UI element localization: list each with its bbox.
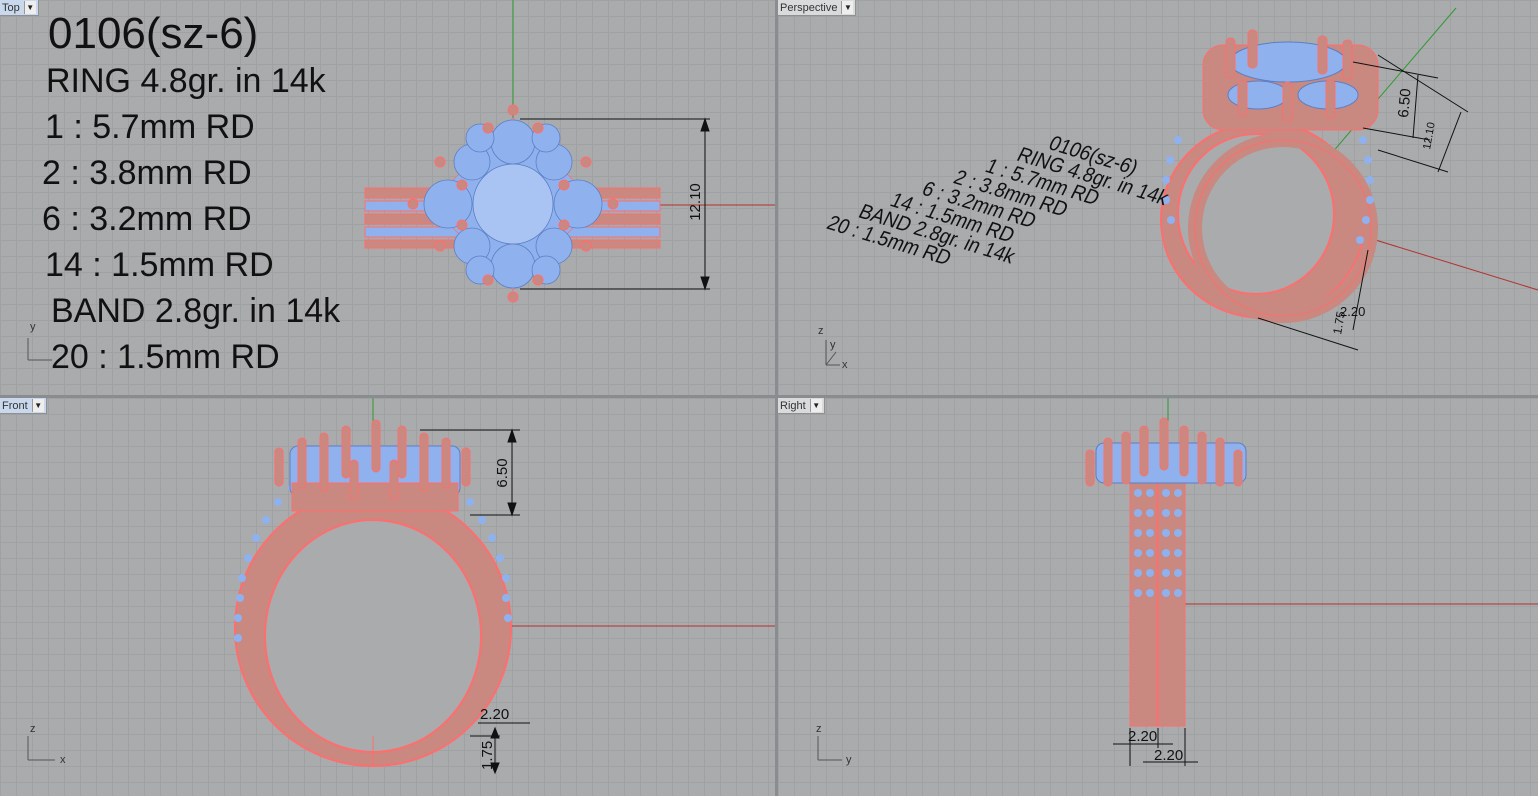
annotation-line: 1 : 5.7mm RD	[45, 108, 255, 146]
right-view-canvas: 2.20 2.20 z y	[816, 398, 1538, 766]
viewport-label: Right	[780, 399, 806, 412]
axis-label-z: z	[818, 325, 824, 337]
dimension-label: 2.20	[480, 706, 509, 723]
axis-indicator	[27, 736, 55, 761]
dimension-label: 2.20	[1154, 747, 1183, 764]
viewport-tab-perspective[interactable]: Perspective ▼	[778, 0, 857, 16]
axis-label-y: y	[30, 321, 36, 333]
halo-head	[1202, 29, 1379, 131]
axis-label-x: x	[842, 359, 848, 371]
axis-label-x: x	[60, 754, 66, 766]
dimension-label: 12.10	[687, 183, 704, 221]
annotation-line: BAND 2.8gr. in 14k	[51, 292, 341, 330]
annotation-line: 14 : 1.5mm RD	[45, 246, 274, 284]
axis-label-z: z	[30, 723, 36, 735]
annotation-line: 0106(sz-6)	[48, 9, 259, 58]
annotation-line: RING 4.8gr. in 14k	[46, 62, 326, 100]
ring-model	[1160, 121, 1378, 323]
axis-label-y: y	[846, 754, 852, 766]
dimension-label: 6.50	[494, 458, 511, 487]
annotation-line: 2 : 3.8mm RD	[42, 154, 252, 192]
front-view-canvas: 6.50 2.20 1.75 z x	[27, 398, 775, 775]
viewport-label: Top	[2, 1, 20, 14]
chevron-down-icon[interactable]: ▼	[809, 399, 822, 412]
dimension-label: 2.20	[1128, 728, 1157, 745]
axis-label-y: y	[830, 339, 836, 351]
ring-shank	[234, 489, 512, 767]
annotation-line: 20 : 1.5mm RD	[51, 338, 280, 376]
viewport-right[interactable]: Right ▼ 2.20 2.20 z y	[778, 398, 1538, 796]
viewport-top[interactable]: Top ▼ 12.10 y 0106(sz-6) RING 4.8gr. in …	[0, 0, 775, 395]
halo-head	[1085, 417, 1247, 487]
halo-head	[423, 117, 603, 291]
viewport-label: Front	[2, 399, 28, 412]
axis-indicator	[817, 736, 842, 761]
viewport-front[interactable]: Front ▼ 6.50 2.20 1.75 z x	[0, 398, 775, 796]
axis-label-z: z	[816, 723, 822, 735]
dimension-label: 12.10	[1421, 121, 1438, 150]
dimension-label: 1.75	[1330, 310, 1348, 336]
viewport-tab-front[interactable]: Front ▼	[0, 398, 47, 414]
annotation-line: 6 : 3.2mm RD	[42, 200, 252, 238]
viewport-label: Perspective	[780, 1, 838, 14]
dimension-label: 1.75	[479, 741, 496, 770]
halo-head	[274, 419, 471, 512]
viewport-tab-top[interactable]: Top ▼	[0, 0, 39, 16]
chevron-down-icon[interactable]: ▼	[31, 399, 44, 412]
viewport-tab-right[interactable]: Right ▼	[778, 398, 825, 414]
ring-spec-annotation: 0106(sz-6) RING 4.8gr. in 14k 1 : 5.7mm …	[42, 10, 340, 380]
chevron-down-icon[interactable]: ▼	[841, 1, 854, 14]
dimension-label: 6.50	[1395, 88, 1414, 119]
chevron-down-icon[interactable]: ▼	[23, 1, 36, 14]
